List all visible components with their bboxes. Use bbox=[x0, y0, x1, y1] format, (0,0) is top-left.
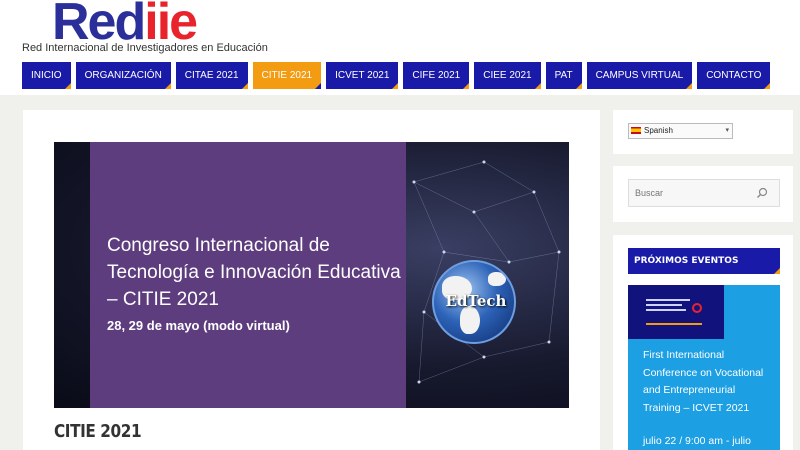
language-widget: Spanish ▾ bbox=[613, 110, 793, 154]
event-banner-image: Congreso Internacional de Tecnología e I… bbox=[54, 142, 569, 408]
nav-item-organizacion[interactable]: ORGANIZACIÓN bbox=[75, 62, 172, 89]
nav-item-campus-virtual[interactable]: CAMPUS VIRTUAL bbox=[586, 62, 693, 89]
page-title: CITIE 2021 bbox=[54, 421, 142, 442]
globe-icon: EdTech bbox=[432, 260, 516, 344]
banner-text-panel: Congreso Internacional de Tecnología e I… bbox=[90, 142, 406, 408]
event-card[interactable]: First International Conference on Vocati… bbox=[628, 285, 780, 450]
language-selected-label: Spanish bbox=[644, 126, 673, 135]
globe-label: EdTech bbox=[445, 292, 507, 310]
nav-item-ciee-2021[interactable]: CIEE 2021 bbox=[474, 62, 541, 89]
language-select[interactable]: Spanish ▾ bbox=[628, 123, 733, 139]
event-title-link[interactable]: First International Conference on Vocati… bbox=[643, 347, 773, 417]
event-thumbnail[interactable] bbox=[628, 285, 724, 339]
nav-item-inicio[interactable]: INICIO bbox=[22, 62, 71, 89]
spain-flag-icon bbox=[631, 127, 641, 135]
banner-date: 28, 29 de mayo (modo virtual) bbox=[107, 318, 290, 333]
nav-item-icvet-2021[interactable]: ICVET 2021 bbox=[326, 62, 399, 89]
chevron-down-icon: ▾ bbox=[725, 127, 729, 134]
upcoming-events-heading: PRÓXIMOS EVENTOS bbox=[628, 248, 780, 274]
upcoming-events-widget: PRÓXIMOS EVENTOS First International Con… bbox=[613, 235, 793, 450]
event-date: julio 22 / 9:00 am - julio bbox=[643, 435, 751, 447]
banner-title: Congreso Internacional de Tecnología e I… bbox=[107, 235, 401, 310]
nav-item-citie-2021[interactable]: CITIE 2021 bbox=[252, 62, 322, 89]
site-header: Rediie Red Internacional de Investigador… bbox=[0, 0, 800, 95]
search-icon[interactable] bbox=[756, 187, 768, 199]
site-tagline: Red Internacional de Investigadores en E… bbox=[22, 42, 268, 54]
main-content: Congreso Internacional de Tecnología e I… bbox=[23, 110, 600, 450]
main-nav: INICIO ORGANIZACIÓN CITAE 2021 CITIE 202… bbox=[22, 62, 775, 89]
nav-item-cife-2021[interactable]: CIFE 2021 bbox=[403, 62, 470, 89]
nav-item-contacto[interactable]: CONTACTO bbox=[697, 62, 771, 89]
search-widget bbox=[613, 166, 793, 222]
nav-item-pat[interactable]: PAT bbox=[545, 62, 582, 89]
nav-item-citae-2021[interactable]: CITAE 2021 bbox=[175, 62, 248, 89]
